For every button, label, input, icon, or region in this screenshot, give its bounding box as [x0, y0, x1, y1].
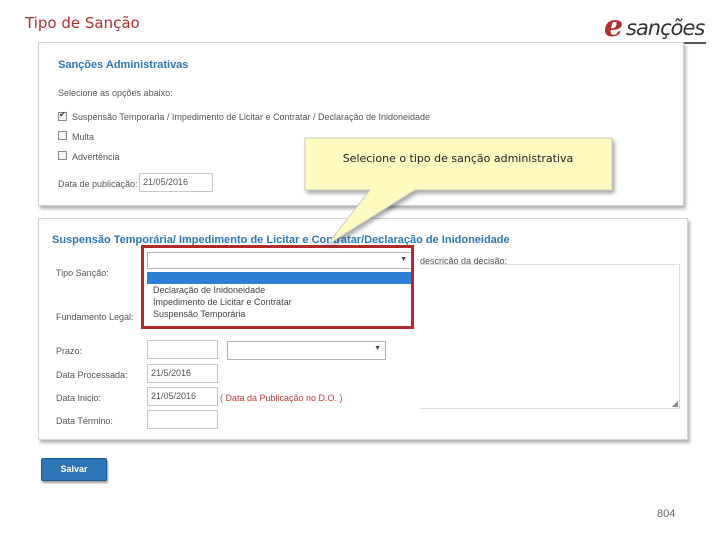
slide-title: Tipo de Sanção	[25, 14, 140, 32]
sancoes-administrativas-title: Sanções Administrativas	[58, 59, 189, 71]
save-button[interactable]: Salvar	[41, 458, 107, 481]
data-termino-label: Data Término:	[56, 416, 113, 426]
data-termino-input[interactable]	[147, 410, 218, 429]
fundamento-legal-label: Fundamento Legal:	[56, 312, 134, 322]
prazo-input[interactable]	[147, 340, 218, 359]
multa-checkbox[interactable]	[58, 131, 67, 140]
descricao-textarea[interactable]: ◢	[420, 264, 680, 409]
advertencia-checkbox[interactable]	[58, 151, 67, 160]
data-inicio-note: ( Data da Publicação no D.O. )	[220, 393, 343, 403]
pub-date-input[interactable]: 21/05/2016	[139, 173, 213, 192]
suspensao-checkbox[interactable]	[58, 110, 67, 121]
highlight-frame	[141, 245, 414, 329]
suspensao-option-label: Suspensão Temporaria / Impedimento de Li…	[72, 112, 431, 122]
logo-initial: e	[604, 9, 624, 44]
prazo-label: Prazo:	[56, 346, 83, 356]
multa-option-label: Multa	[72, 132, 95, 142]
callout-text: Selecione o tipo de sanção administrativ…	[342, 152, 574, 165]
data-inicio-label: Data Inicio:	[56, 393, 102, 403]
advertencia-option-label: Advertência	[72, 152, 120, 162]
prazo-unit-select[interactable]: ▼	[227, 341, 386, 360]
data-processada-label: Data Processada:	[56, 370, 128, 380]
data-inicio-input[interactable]: 21/05/2016	[147, 387, 218, 406]
pub-date-label: Data de publicação:	[58, 179, 138, 189]
resize-handle-icon[interactable]: ◢	[672, 399, 678, 408]
tipo-sancao-label: Tipo Sanção:	[56, 268, 109, 278]
select-options-label: Selecione as opções abaixo:	[58, 88, 173, 98]
chevron-down-icon: ▼	[374, 345, 381, 352]
logo-word: sanções	[626, 16, 705, 40]
page-number: 804	[657, 508, 676, 520]
data-processada-input[interactable]: 21/5/2016	[147, 364, 218, 383]
